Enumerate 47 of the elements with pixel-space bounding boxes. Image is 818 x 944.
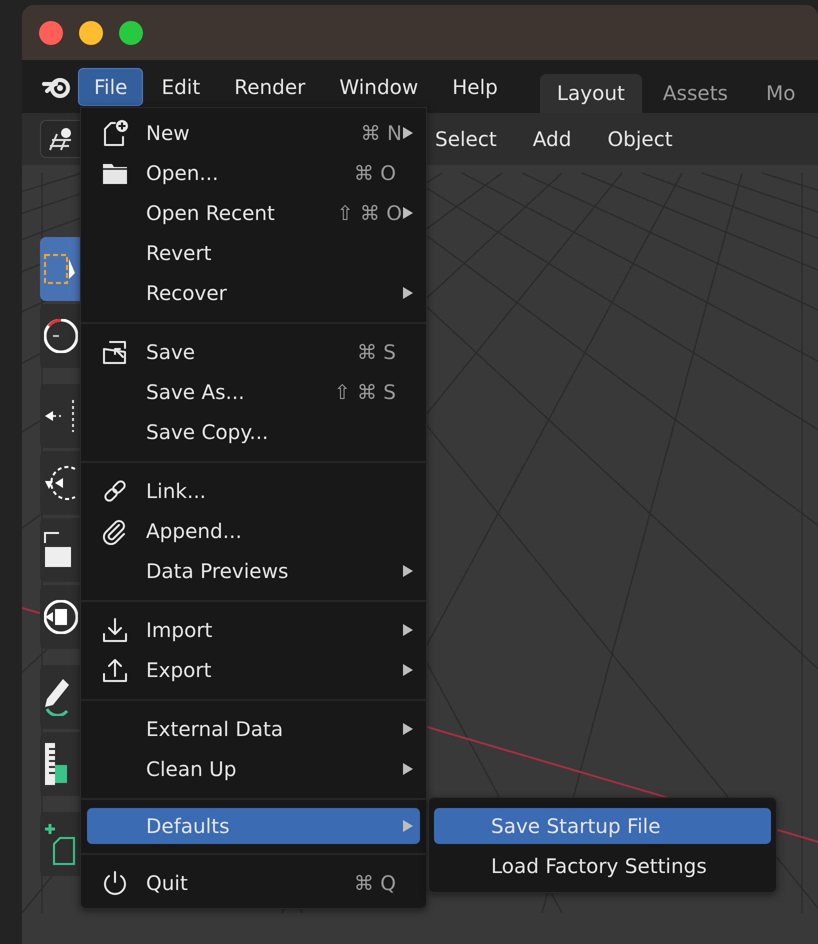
menu-item[interactable]: Clean Up <box>87 749 420 789</box>
menu-bar-item[interactable]: File <box>78 68 144 106</box>
menu-item[interactable]: Export <box>87 650 420 690</box>
menu-item[interactable]: Save As... ⇧ ⌘ S <box>87 372 420 412</box>
import-icon <box>101 616 129 644</box>
workspace-tab[interactable]: Mo <box>748 74 812 113</box>
menu-item[interactable]: Revert <box>87 233 420 273</box>
window-control-button[interactable] <box>79 20 103 44</box>
select-box-icon <box>44 254 76 284</box>
new-file-icon <box>101 119 129 147</box>
header-menu-item[interactable]: Object <box>593 123 687 155</box>
menu-bar-item[interactable]: Edit <box>145 68 216 106</box>
menu-item[interactable]: Link... <box>87 471 420 511</box>
menu-item[interactable]: Save Copy... <box>87 412 420 452</box>
scale-icon <box>44 532 72 568</box>
menu-item[interactable]: New ⌘ N <box>87 113 420 153</box>
menu-item[interactable]: Recover <box>87 273 420 313</box>
transform-icon <box>44 600 78 634</box>
menu-item[interactable]: Save Startup File <box>434 808 771 844</box>
menu-item[interactable]: Import <box>87 610 420 650</box>
menu-bar-item[interactable]: Window <box>323 68 434 106</box>
menu-item[interactable]: Append... <box>87 511 420 551</box>
cursor-icon <box>44 319 78 353</box>
menu-item[interactable]: External Data <box>87 709 420 749</box>
menu-item[interactable]: Open Recent ⇧ ⌘ O <box>87 193 420 233</box>
window-control-button[interactable] <box>39 20 63 44</box>
editor-type-icon <box>47 126 73 152</box>
header-menu-item[interactable]: Add <box>518 123 586 155</box>
workspace-tab[interactable]: Layout <box>540 74 642 113</box>
export-icon <box>101 656 129 684</box>
window-control-button[interactable] <box>119 20 143 44</box>
menu-item[interactable]: Quit ⌘ Q <box>87 863 420 903</box>
menu-item[interactable]: Defaults <box>87 808 420 844</box>
rotate-icon <box>44 466 76 500</box>
move-arrows-icon <box>44 399 74 433</box>
save-icon <box>101 338 129 366</box>
menu-bar-item[interactable]: Help <box>436 68 514 106</box>
menu-bar-item[interactable]: Render <box>218 68 322 106</box>
menu-item[interactable]: Save ⌘ S <box>87 332 420 372</box>
add-cube-icon <box>44 823 75 865</box>
menu-item[interactable]: Load Factory Settings <box>434 846 771 886</box>
power-icon <box>101 869 129 897</box>
pencil-icon <box>44 678 70 716</box>
menu-item[interactable]: Open... ⌘ O <box>87 153 420 193</box>
workspace-tab[interactable]: Assets <box>646 74 745 113</box>
ruler-icon <box>44 742 68 786</box>
menu-item[interactable]: Data Previews <box>87 551 420 591</box>
